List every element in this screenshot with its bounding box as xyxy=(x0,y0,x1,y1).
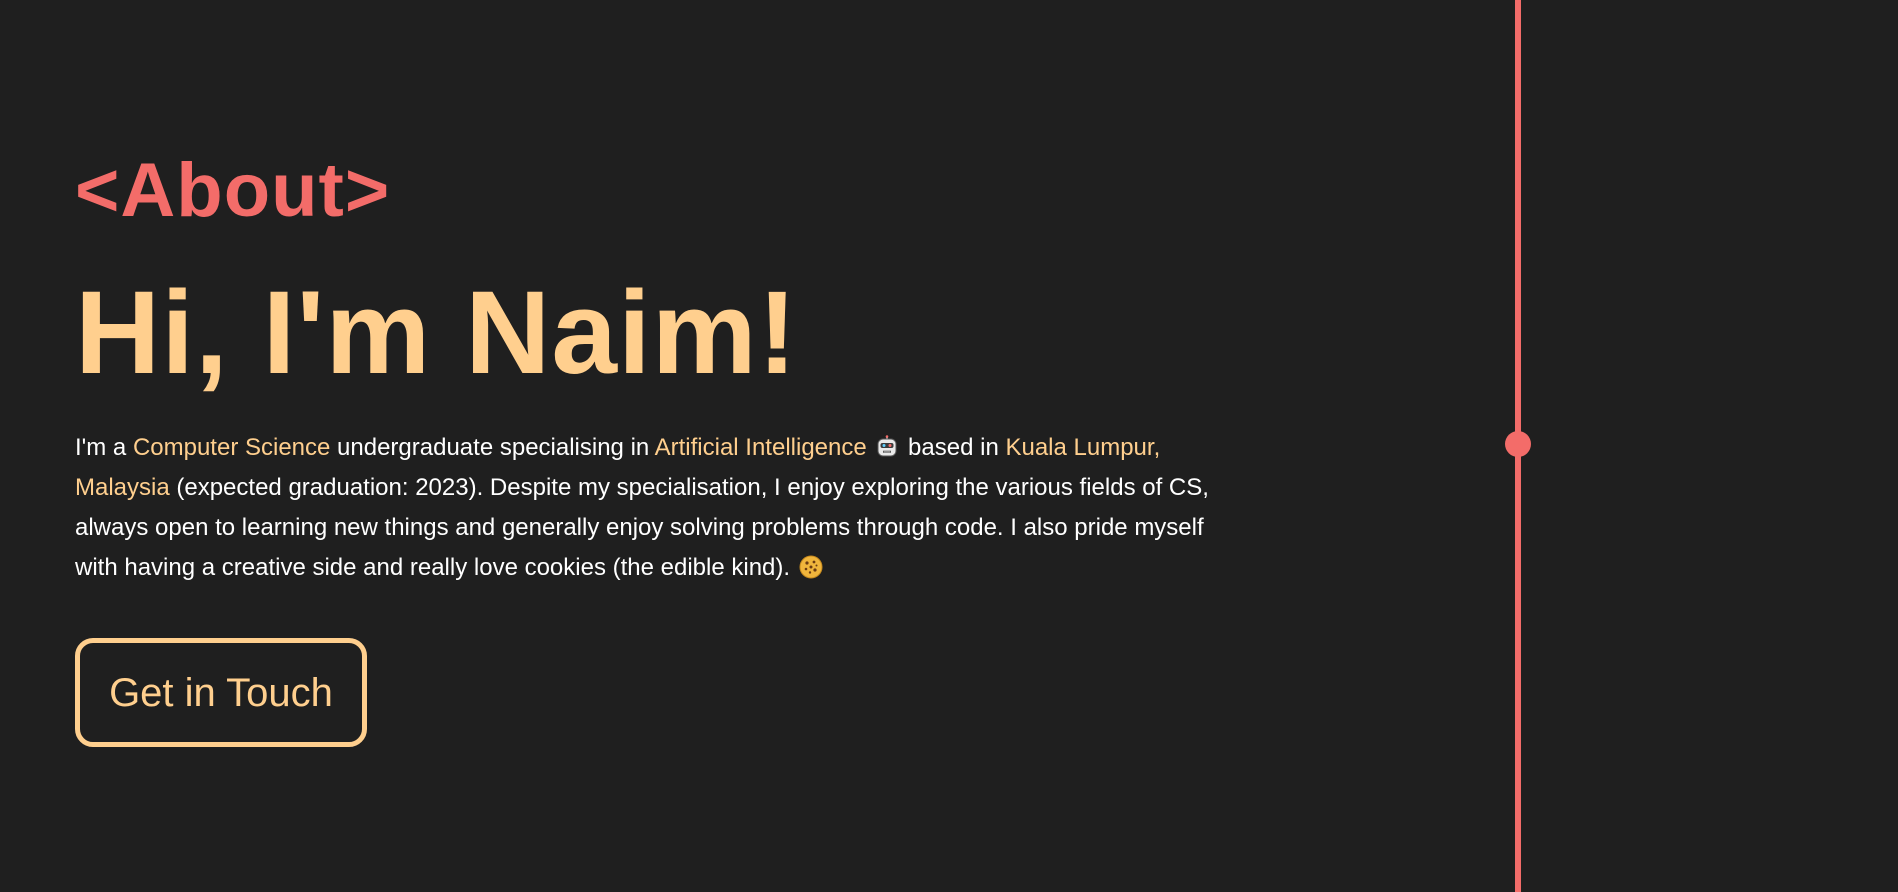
bio-specialisation-highlight: Artificial Intelligence xyxy=(654,434,867,461)
timeline-dot xyxy=(1505,431,1531,457)
bio-text-2: based in xyxy=(901,434,1006,461)
bio-paragraph: I'm a Computer Science undergraduate spe… xyxy=(75,428,1245,588)
bio-text-1: undergraduate specialising in xyxy=(330,434,655,461)
about-section: <About> Hi, I'm Naim! I'm a Computer Sci… xyxy=(0,0,1898,892)
bio-text-3: (expected graduation: 2023). Despite my … xyxy=(75,474,1209,581)
cookie-icon xyxy=(799,552,823,579)
hero-greeting: Hi, I'm Naim! xyxy=(75,267,798,399)
get-in-touch-button[interactable]: Get in Touch xyxy=(75,638,367,747)
robot-face-icon xyxy=(875,432,899,457)
bio-field-highlight: Computer Science xyxy=(132,434,331,461)
bio-intro: I'm a xyxy=(75,434,133,461)
section-tag: <About> xyxy=(75,148,391,233)
